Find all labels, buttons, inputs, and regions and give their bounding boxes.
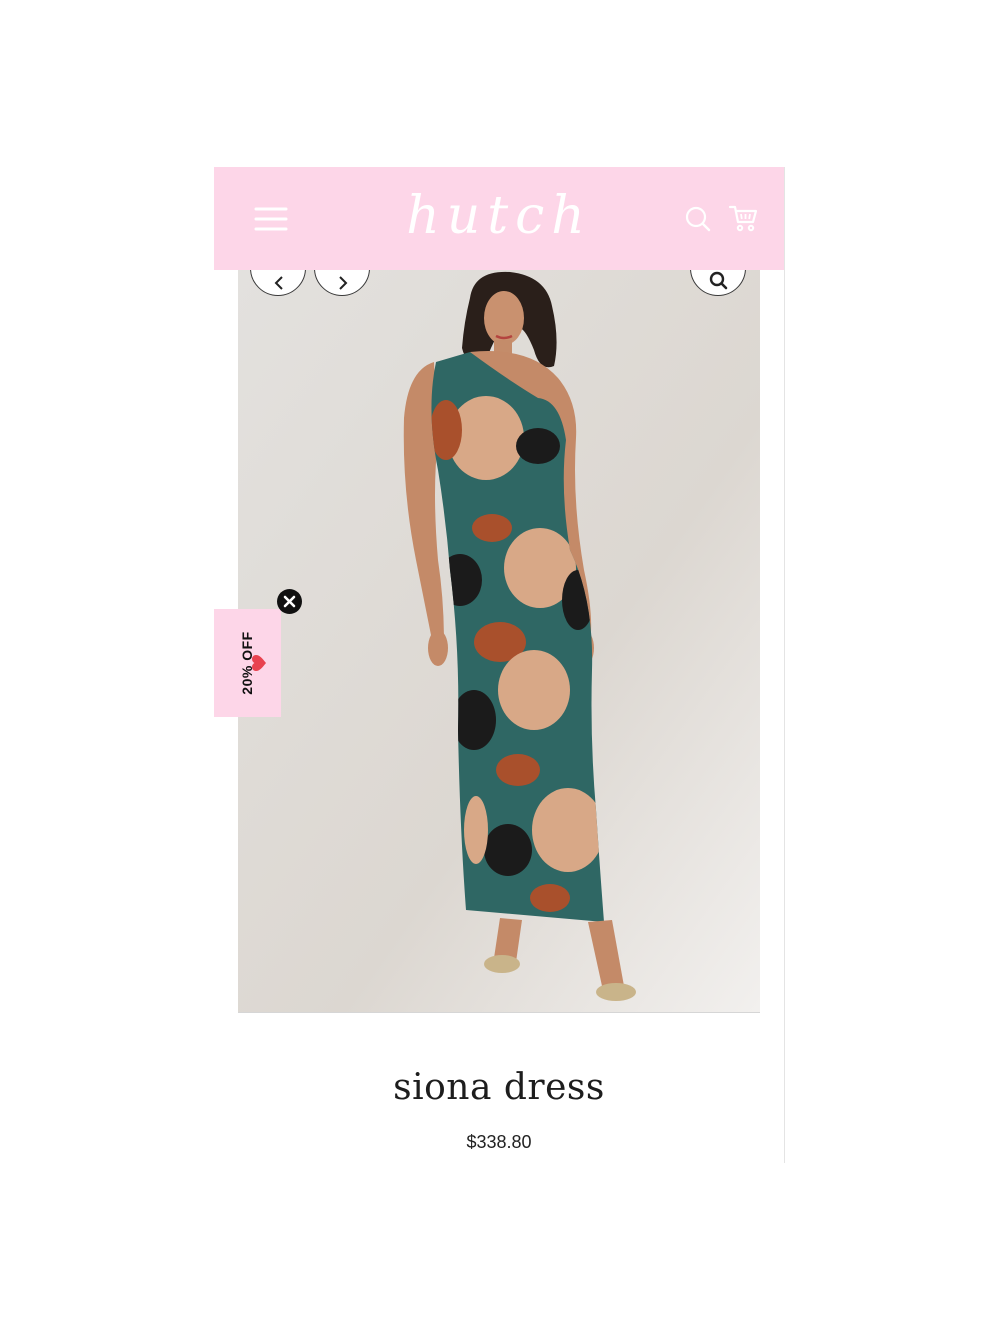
shopping-cart-icon — [728, 205, 758, 232]
search-icon — [685, 206, 711, 232]
next-image-button[interactable] — [314, 270, 370, 296]
heart-icon — [252, 655, 266, 671]
discount-popup-tab[interactable]: 20% OFF — [214, 609, 281, 717]
previous-image-button[interactable] — [250, 270, 306, 296]
product-photo — [238, 270, 760, 1012]
close-icon — [283, 595, 296, 608]
close-discount-button[interactable] — [277, 589, 302, 614]
chevron-right-icon — [339, 276, 348, 290]
search-button[interactable] — [684, 205, 712, 233]
product-image-gallery[interactable] — [238, 270, 760, 1013]
mobile-page: hutch 20% OFF siona dress $338.80 — [214, 167, 785, 1163]
zoom-image-button[interactable] — [690, 270, 746, 296]
product-title: siona dress — [393, 1067, 605, 1108]
zoom-icon — [709, 271, 728, 290]
site-header: hutch — [214, 167, 784, 270]
chevron-left-icon — [274, 276, 283, 290]
product-price: $338.80 — [466, 1132, 532, 1152]
cart-button[interactable] — [728, 203, 758, 233]
